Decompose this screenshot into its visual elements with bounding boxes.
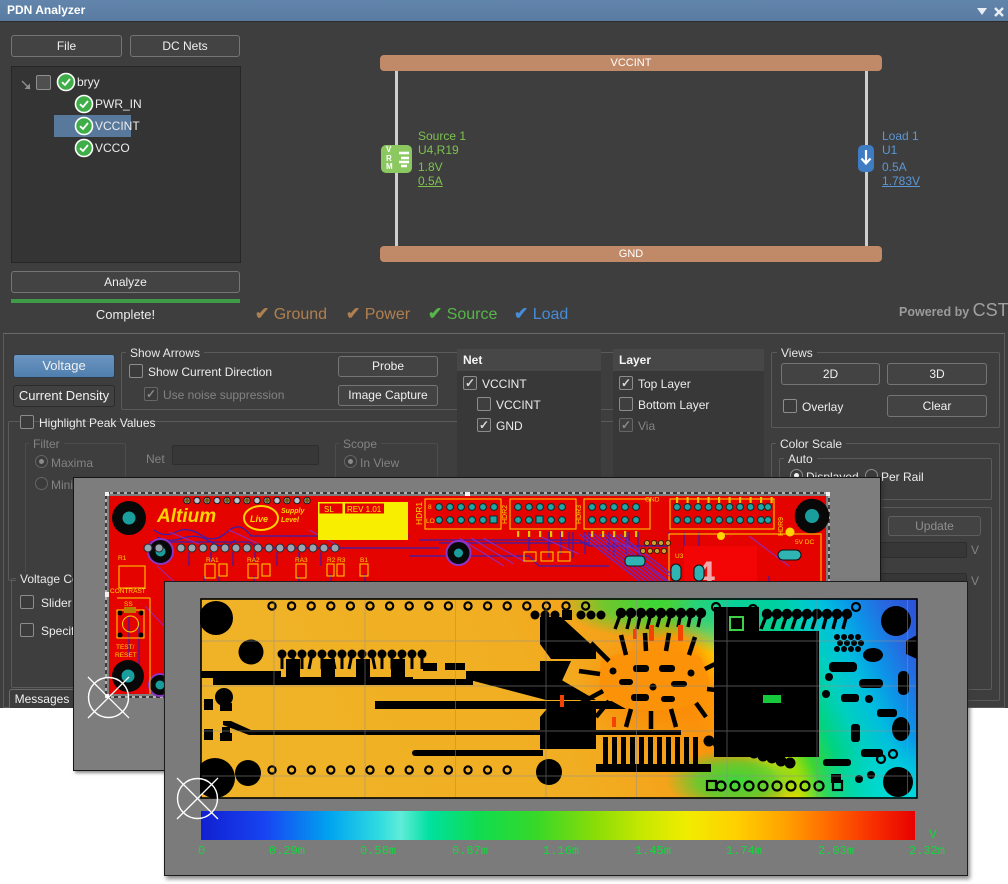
svg-text:SS: SS [124,601,133,608]
svg-text:LO: LO [426,518,435,525]
svg-text:HDR9: HDR9 [778,516,785,535]
svg-text:B1: B1 [360,557,368,564]
svg-text:Supply: Supply [281,508,305,515]
svg-text:RESET: RESET [115,652,137,659]
svg-text:GND: GND [645,496,660,503]
svg-text:Altium: Altium [156,506,216,527]
svg-text:U3: U3 [675,553,684,560]
svg-text:5V DC: 5V DC [795,539,814,546]
svg-text:CONTRAST: CONTRAST [110,588,146,595]
svg-text:RA1: RA1 [206,557,219,564]
svg-text:RA3: RA3 [295,557,308,564]
svg-text:SL: SL [324,505,334,514]
svg-text:Level: Level [281,517,300,524]
svg-text:Live: Live [250,514,268,524]
svg-text:REV 1.01: REV 1.01 [347,505,382,514]
svg-text:HDR3: HDR3 [576,504,583,523]
svg-text:R2 R3: R2 R3 [327,557,346,564]
svg-text:HDR2: HDR2 [502,504,509,523]
svg-text:TEST/: TEST/ [116,644,135,651]
svg-text:RA2: RA2 [247,557,260,564]
svg-text:R1: R1 [118,555,127,562]
svg-text:HDR1: HDR1 [414,501,424,524]
svg-text:8: 8 [428,504,432,511]
